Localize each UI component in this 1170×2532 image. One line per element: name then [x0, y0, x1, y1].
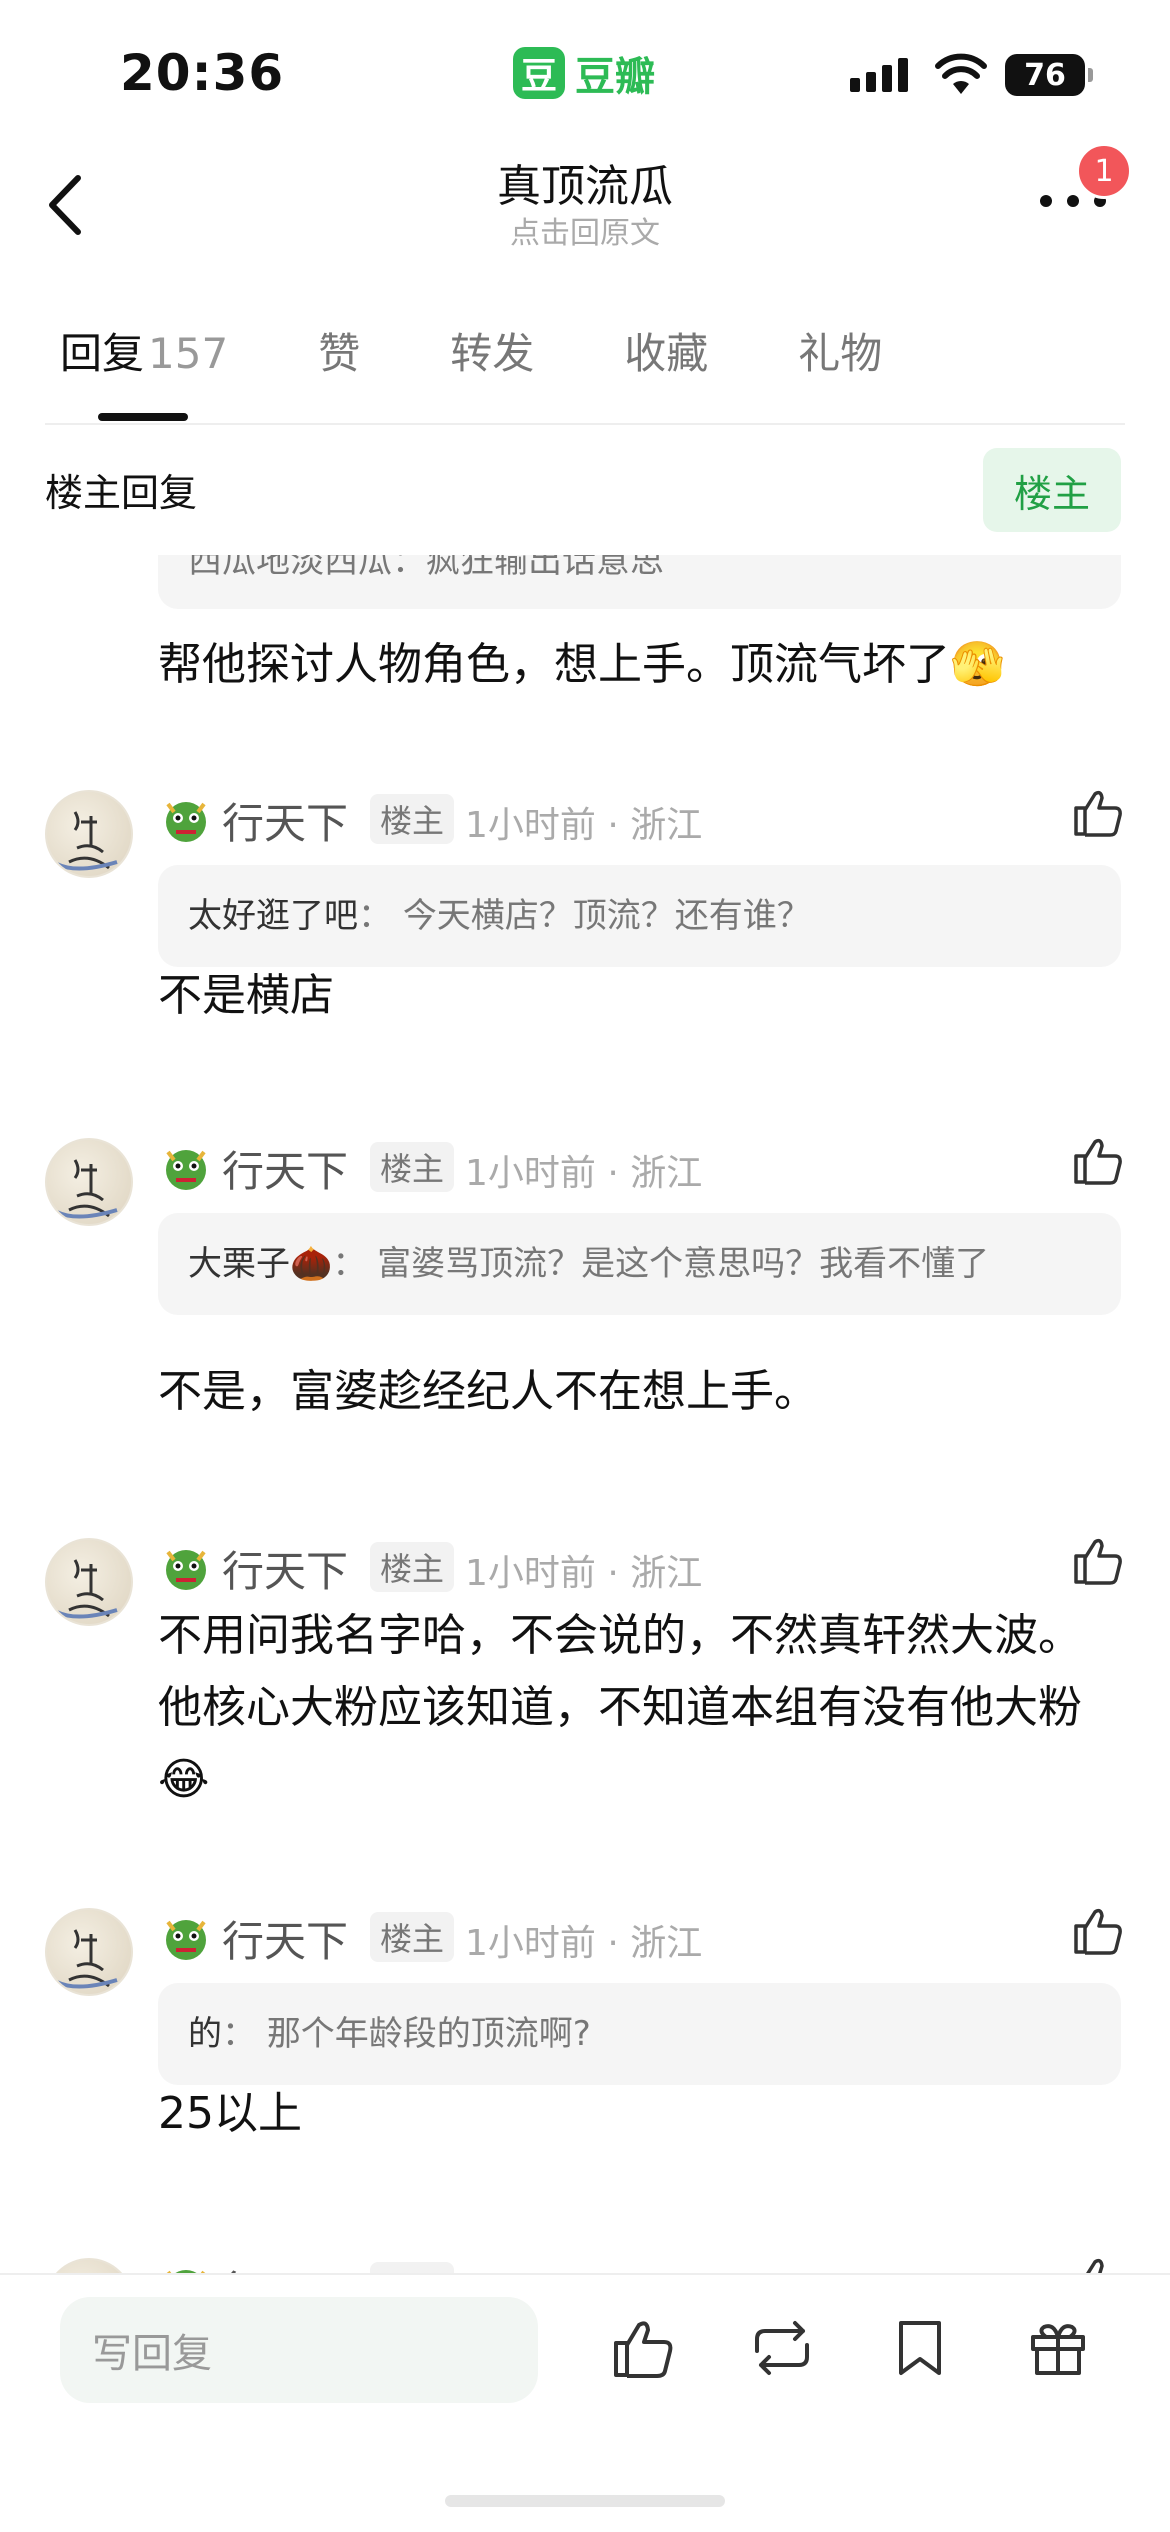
quote-separator: ： [358, 896, 392, 936]
quote-text: 那个年龄段的顶流啊? [266, 2014, 591, 2054]
op-badge: 楼主 [370, 1542, 455, 1592]
username[interactable]: 行天下 [222, 790, 348, 851]
tab-bar: 回复157 赞 转发 收藏 礼物 [60, 320, 972, 420]
avatar[interactable] [45, 1138, 133, 1226]
status-bar: 20:36 豆 豆瓣 76 [0, 0, 1170, 140]
dragon-icon [166, 1150, 206, 1190]
page-title[interactable]: 真顶流瓜 [0, 150, 1170, 214]
app-name: 豆瓣 [575, 54, 655, 100]
reply-body: 不用问我名字哈，不会说的，不然真轩然大波。他核心大粉应该知道，不知道本组有没有他… [158, 1610, 1082, 1805]
tab-reposts[interactable]: 转发 [450, 320, 534, 400]
username[interactable]: 行天下 [222, 1538, 348, 1599]
tab-label: 回复 [60, 329, 145, 378]
op-badge: 楼主 [370, 794, 455, 844]
avatar[interactable] [45, 1538, 133, 1626]
avatar[interactable] [45, 1908, 133, 1996]
op-filter-button[interactable]: 楼主 [983, 448, 1121, 532]
battery-icon: 76 [1005, 54, 1093, 96]
username[interactable]: 行天下 [222, 1138, 348, 1199]
quote-author: 的 [188, 2014, 222, 2054]
reply-meta: 1小时前 · 浙江 [465, 1553, 703, 1594]
app-indicator: 豆 豆瓣 [513, 44, 655, 102]
quoted-reply: 大栗子🌰： 富婆骂顶流？是这个意思吗？我看不懂了 [158, 1213, 1121, 1315]
douban-app-icon: 豆 [513, 47, 565, 99]
reply-body: 不是横店 [158, 970, 334, 1021]
nav-bar: 真顶流瓜 点击回原文 [0, 140, 1170, 270]
dragon-icon [166, 1920, 206, 1960]
thumbs-up-icon[interactable] [1070, 784, 1126, 840]
reply-count: 157 [148, 329, 229, 378]
active-tab-indicator [98, 413, 188, 421]
wifi-icon [935, 53, 987, 94]
repost-icon[interactable] [747, 2313, 817, 2383]
quoted-reply: 西瓜地淡西瓜：疯狂输出话意思 [158, 555, 1121, 609]
thumbs-up-icon[interactable] [1070, 1902, 1126, 1958]
notification-badge: 1 [1076, 143, 1132, 199]
quoted-reply: 的： 那个年龄段的顶流啊? [158, 1983, 1121, 2085]
home-indicator [445, 2495, 725, 2507]
bottom-action-bar: 写回复 [0, 2273, 1170, 2532]
reply-meta: 1小时前 · 浙江 [465, 1923, 703, 1964]
quoted-reply: 太好逛了吧： 今天横店？顶流？还有谁？ [158, 865, 1121, 967]
status-time: 20:36 [120, 44, 285, 102]
reply-body: 25以上 [158, 2088, 302, 2139]
thumbs-up-icon[interactable] [1070, 1532, 1126, 1588]
reply-input[interactable]: 写回复 [60, 2297, 538, 2403]
gift-icon[interactable] [1023, 2313, 1093, 2383]
quote-text: 今天横店？顶流？还有谁？ [402, 896, 811, 936]
quote-author: 大栗子🌰 [188, 1244, 333, 1284]
dragon-icon [166, 1550, 206, 1590]
tab-collections[interactable]: 收藏 [624, 320, 708, 400]
bookmark-icon[interactable] [885, 2313, 955, 2383]
tab-replies[interactable]: 回复157 [60, 320, 228, 400]
quote-text: 富婆骂顶流？是这个意思吗？我看不懂了 [377, 1244, 990, 1284]
reply-meta: 1小时前 · 浙江 [465, 1153, 703, 1194]
reply-feed[interactable]: 西瓜地淡西瓜：疯狂输出话意思 帮他探讨人物角色，想上手。顶流气坏了🫣 行天下 楼… [0, 555, 1170, 2275]
reply-meta: 1小时前 · 浙江 [465, 805, 703, 846]
quote-author: 太好逛了吧 [188, 896, 358, 936]
thumbs-up-icon[interactable] [1070, 1132, 1126, 1188]
quote-separator: ： [332, 1244, 367, 1284]
back-to-original-link[interactable]: 点击回原文 [0, 208, 1170, 252]
quote-text: 西瓜地淡西瓜：疯狂输出话意思 [188, 555, 664, 581]
divider [45, 423, 1125, 425]
filter-label: 楼主回复 [45, 471, 198, 515]
tab-gifts[interactable]: 礼物 [798, 320, 882, 400]
op-badge: 楼主 [370, 1912, 455, 1962]
quote-separator: ： [222, 2014, 256, 2054]
reply-body: 帮他探讨人物角色，想上手。顶流气坏了🫣 [158, 639, 1005, 690]
reply-body: 不是，富婆趁经纪人不在想上手。 [158, 1366, 818, 1417]
username[interactable]: 行天下 [222, 1908, 348, 1969]
avatar[interactable] [45, 790, 133, 878]
thumbs-up-icon[interactable] [608, 2313, 678, 2383]
tab-likes[interactable]: 赞 [318, 320, 360, 400]
dragon-icon [166, 802, 206, 842]
thumbs-up-icon[interactable] [1070, 2252, 1126, 2275]
cellular-signal-icon [850, 58, 908, 92]
op-badge: 楼主 [370, 1142, 455, 1192]
